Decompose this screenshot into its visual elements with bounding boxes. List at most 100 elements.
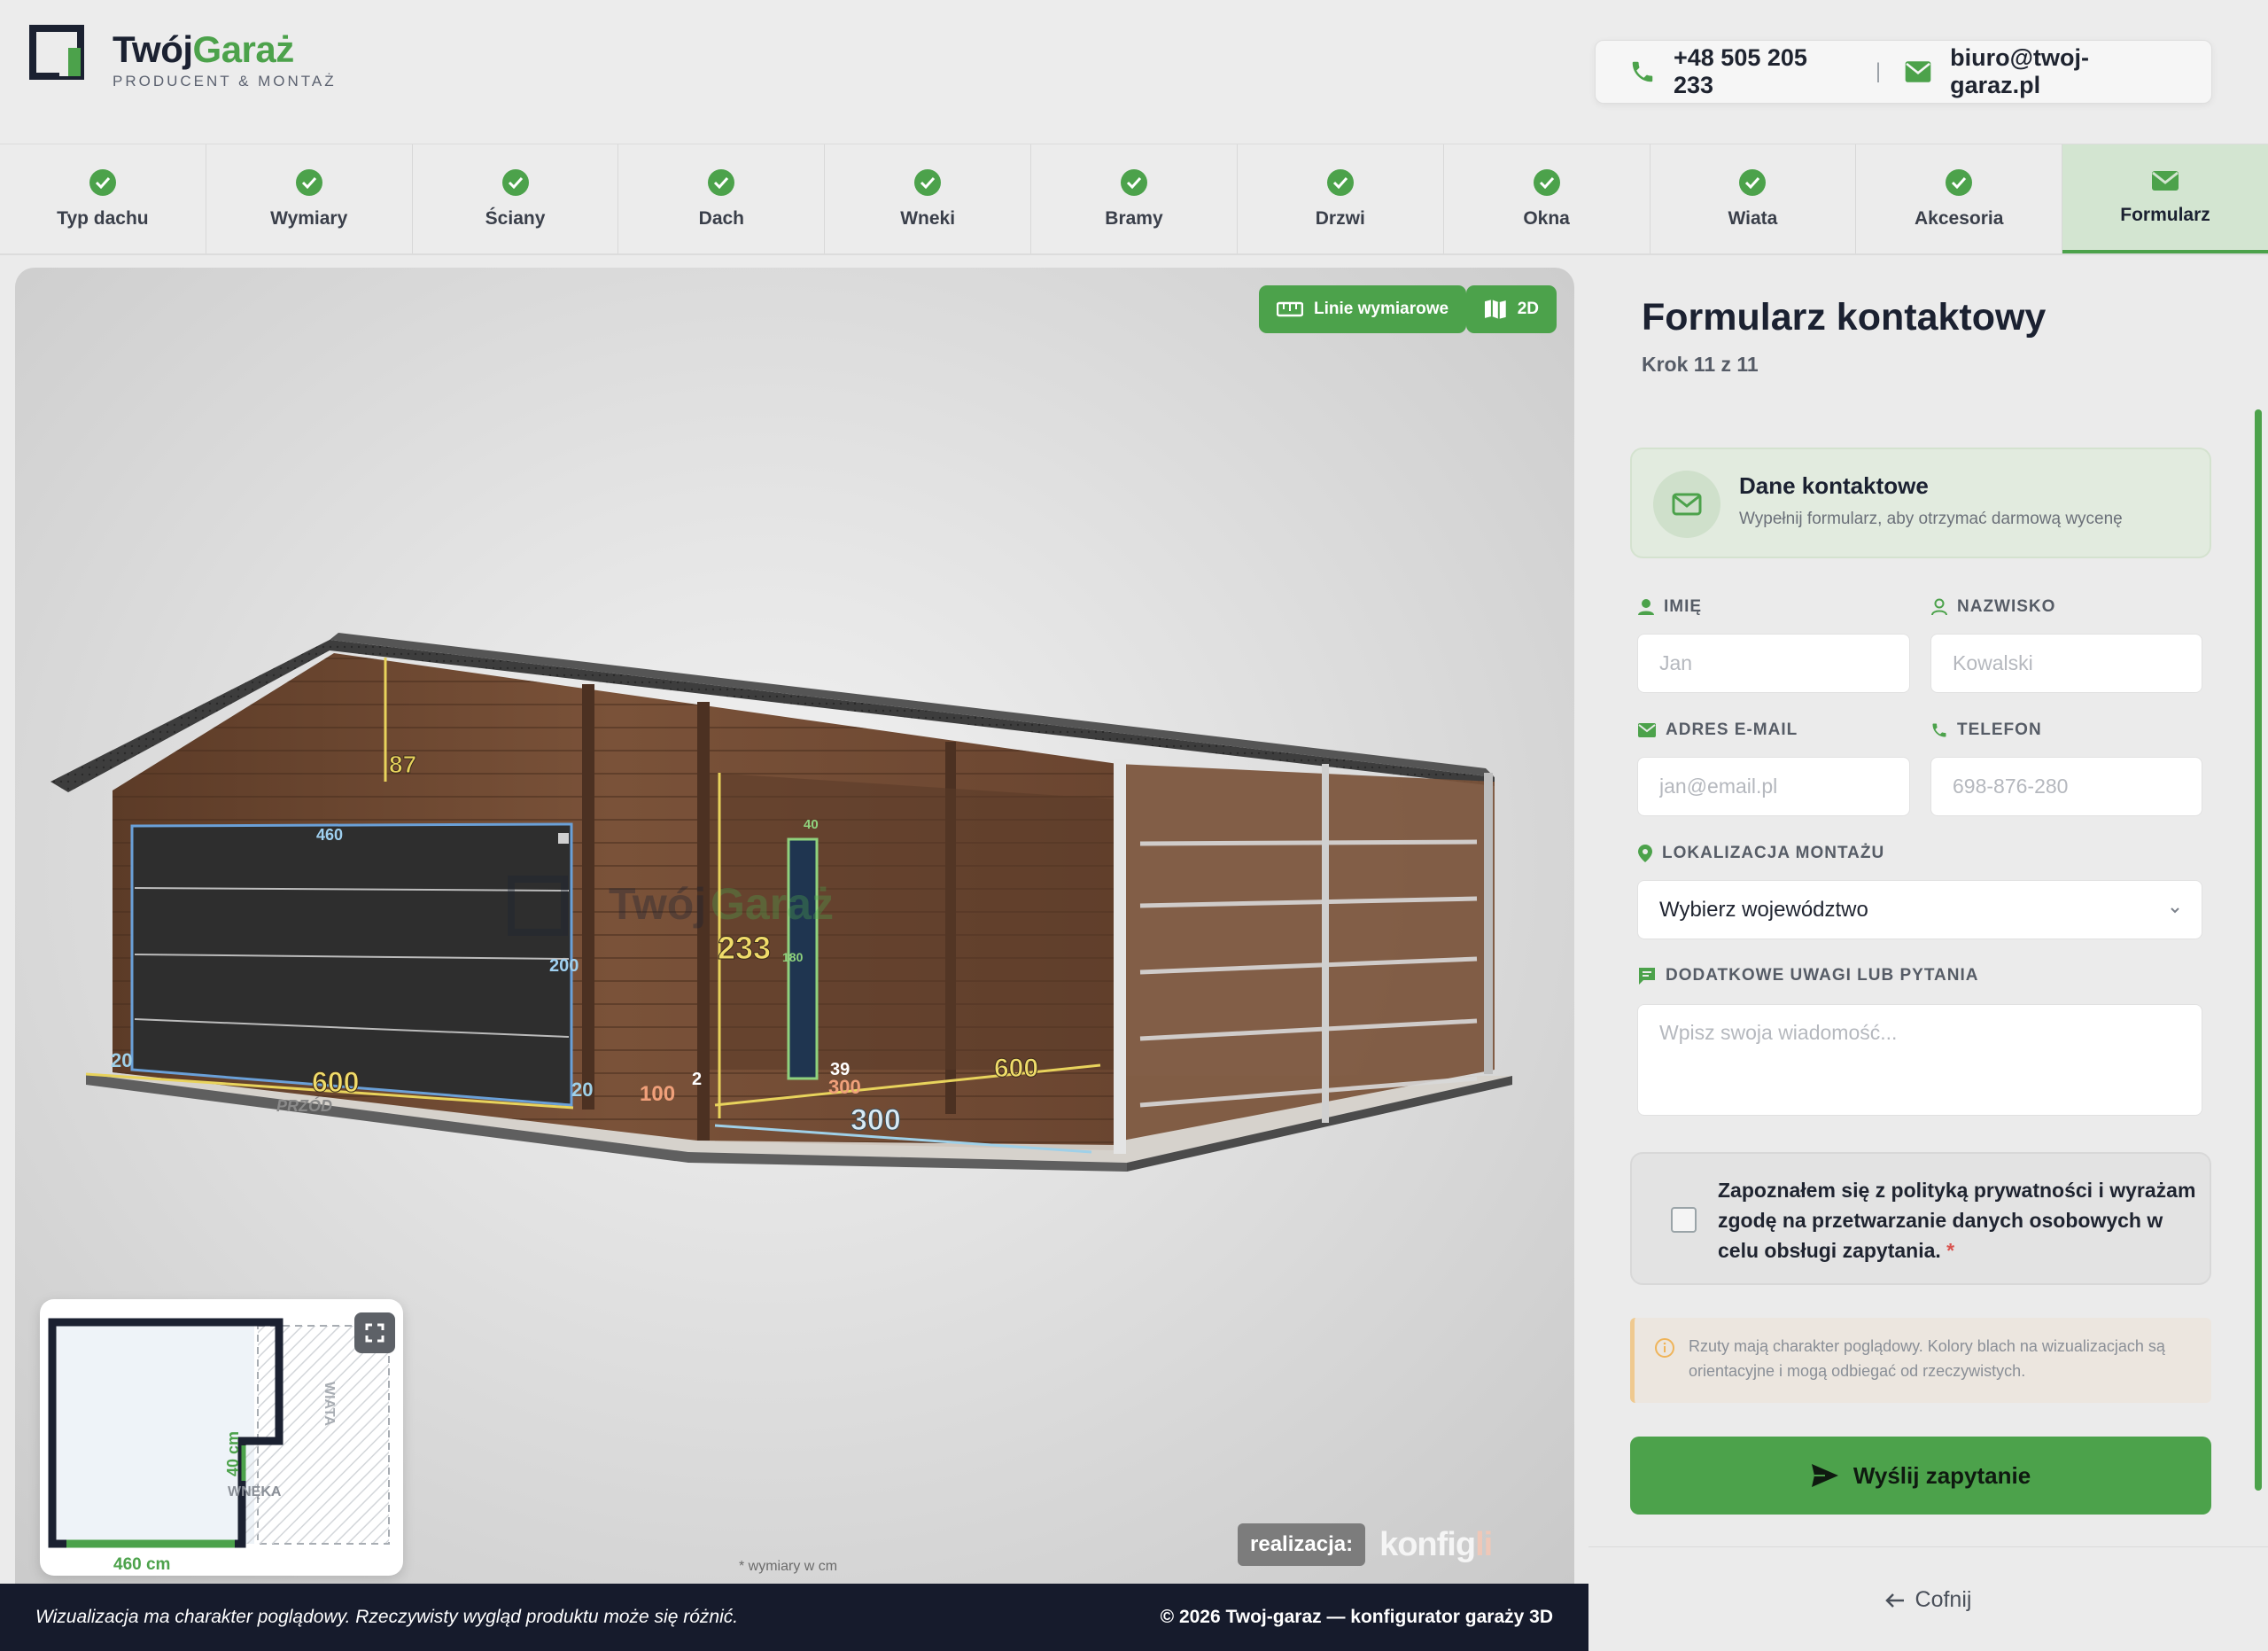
logo-name-dark: Twój <box>113 28 193 70</box>
back-button[interactable]: Cofnij <box>1588 1546 2268 1651</box>
consent-required-mark: * <box>1946 1239 1955 1262</box>
floor-plan: 460 cm WNĘKA 40 cm WIATA <box>48 1318 390 1574</box>
step-label: Wymiary <box>270 207 348 229</box>
expand-icon <box>365 1323 384 1343</box>
chevron-down-icon <box>2171 907 2179 913</box>
header: TwójGaraż PRODUCENT & MONTAŻ +48 505 205… <box>0 0 2268 144</box>
submit-button[interactable]: Wyślij zapytanie <box>1630 1437 2211 1515</box>
contact-separator: | <box>1875 59 1882 83</box>
svg-text:Twój: Twój <box>609 879 706 929</box>
footer-copyright: © 2026 Twoj-garaz — konfigurator garaży … <box>1160 1607 1553 1627</box>
dim-door-height: 180 <box>782 950 804 964</box>
contact-form-panel: Formularz kontaktowy Krok 11 z 11 Dane k… <box>1588 257 2268 1651</box>
units-note: * wymiary w cm <box>739 1559 838 1574</box>
konfigli-badge[interactable]: realizacja: konfigli <box>1238 1522 1493 1568</box>
footer-bar: Wizualizacja ma charakter poglądowy. Rze… <box>0 1584 1588 1651</box>
first-name-input[interactable] <box>1637 634 1910 693</box>
step-label: Akcesoria <box>1915 207 2004 229</box>
step-typ-dachu[interactable]: Typ dachu <box>0 144 206 253</box>
notes-label: DODATKOWE UWAGI LUB PYTANIA <box>1637 966 1979 985</box>
consent-text: Zapoznałem się z polityką prywatności i … <box>1718 1175 2196 1266</box>
email-label-text: ADRES E-MAIL <box>1666 720 1798 739</box>
dim-roof-height: 87 <box>389 751 416 778</box>
phone-icon <box>1932 723 1946 737</box>
dim-door-width: 40 <box>804 817 819 832</box>
dim-side-length: 600 <box>994 1054 1038 1083</box>
contact-phone[interactable]: +48 505 205 233 <box>1674 44 1852 99</box>
view-2d-button[interactable]: 2D <box>1466 285 1557 333</box>
mail-icon <box>1638 723 1656 737</box>
step-bramy[interactable]: Bramy <box>1031 144 1238 253</box>
contact-email[interactable]: biuro@twoj-garaz.pl <box>1950 44 2178 99</box>
dim-niche-depth: 300 <box>828 1076 861 1098</box>
notes-label-text: DODATKOWE UWAGI LUB PYTANIA <box>1666 966 1979 985</box>
check-icon <box>708 168 735 196</box>
steps-bar: Typ dachu Wymiary Ściany Dach Wneki Bramy Drzw… <box>0 144 2268 255</box>
email-input[interactable] <box>1637 757 1910 816</box>
disclaimer-text: Rzuty mają charakter poglądowy. Kolory b… <box>1689 1337 2165 1380</box>
step-dach[interactable]: Dach <box>618 144 826 253</box>
check-icon <box>501 168 529 196</box>
3d-viewer[interactable]: Twój Garaż 87 460 200 233 40 180 600 600… <box>15 268 1574 1584</box>
comment-icon <box>1639 968 1655 985</box>
step-akcesoria[interactable]: Akcesoria <box>1856 144 2063 253</box>
step-label: Wiata <box>1728 207 1778 229</box>
privacy-consent: Zapoznałem się z polityką prywatności i … <box>1630 1152 2211 1285</box>
step-label: Ściany <box>485 207 546 229</box>
ruler-icon <box>1277 301 1303 317</box>
svg-text:Garaż: Garaż <box>711 879 834 929</box>
minimap[interactable]: 460 cm WNĘKA 40 cm WIATA <box>40 1299 403 1576</box>
mail-icon <box>1653 471 1720 538</box>
last-name-input[interactable] <box>1930 634 2202 693</box>
first-name-label: IMIĘ <box>1637 597 1702 617</box>
step-drzwi[interactable]: Drzwi <box>1238 144 1444 253</box>
step-label: Bramy <box>1105 207 1163 229</box>
dim-left-gap: 20 <box>111 1049 132 1071</box>
logo-name-green: Garaż <box>192 28 295 70</box>
phone-label-text: TELEFON <box>1957 720 2042 739</box>
step-label: Typ dachu <box>57 207 149 229</box>
badge-realizacja: realizacja: <box>1238 1523 1366 1566</box>
check-icon <box>1739 168 1767 196</box>
step-formularz[interactable]: Formularz <box>2062 144 2268 253</box>
garage-gate <box>130 822 573 1107</box>
minimap-expand-button[interactable] <box>354 1312 395 1353</box>
card-subtitle: Wypełnij formularz, aby otrzymać darmową… <box>1739 510 2123 528</box>
dim-small-gap: 2 <box>692 1070 702 1089</box>
footer-disclaimer: Wizualizacja ma charakter poglądowy. Rze… <box>35 1607 739 1627</box>
step-ściany[interactable]: Ściany <box>413 144 619 253</box>
user-outline-icon <box>1931 598 1947 616</box>
consent-checkbox[interactable] <box>1671 1207 1697 1233</box>
step-wneki[interactable]: Wneki <box>825 144 1032 253</box>
check-icon <box>1533 168 1560 196</box>
last-name-label: NAZWISKO <box>1930 597 2055 617</box>
disclaimer-note: Rzuty mają charakter poglądowy. Kolory b… <box>1630 1318 2211 1403</box>
badge-konfigli-accent: li <box>1475 1525 1493 1563</box>
location-pin-icon <box>1638 845 1652 862</box>
step-wiata[interactable]: Wiata <box>1651 144 1857 253</box>
user-icon <box>1638 599 1654 615</box>
back-label: Cofnij <box>1915 1587 1972 1612</box>
dim-gate-width: 460 <box>316 826 343 844</box>
step-label: Dach <box>698 207 745 229</box>
dimension-lines-label: Linie wymiarowe <box>1314 300 1449 318</box>
logo-mark-icon <box>29 25 84 80</box>
info-icon <box>1655 1338 1674 1358</box>
last-name-label-text: NAZWISKO <box>1957 597 2056 616</box>
logo-text: TwójGaraż <box>113 28 294 71</box>
phone-input[interactable] <box>1930 757 2202 816</box>
badge-konfigli-main: konfig <box>1379 1525 1476 1563</box>
step-label: Okna <box>1523 207 1570 229</box>
check-icon <box>295 168 322 196</box>
contact-box: +48 505 205 233 | biuro@twoj-garaz.pl <box>1595 40 2212 104</box>
panel-scrollbar[interactable] <box>2255 409 2262 1491</box>
first-name-label-text: IMIĘ <box>1664 597 1703 616</box>
minimap-niche-label: WNĘKA <box>228 1484 282 1499</box>
dim-door-offset: 100 <box>640 1082 675 1106</box>
dimension-lines-button[interactable]: Linie wymiarowe <box>1259 285 1467 333</box>
step-okna[interactable]: Okna <box>1444 144 1651 253</box>
notes-textarea[interactable] <box>1637 1004 2202 1116</box>
step-wymiary[interactable]: Wymiary <box>206 144 413 253</box>
mail-icon <box>2152 170 2179 191</box>
province-select[interactable]: Wybierz województwo <box>1637 880 2202 939</box>
